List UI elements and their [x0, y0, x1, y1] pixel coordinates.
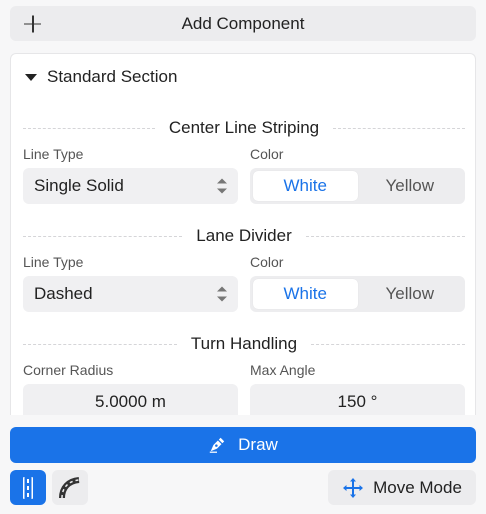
add-component-label: Add Component — [181, 13, 305, 33]
center-line-type-select[interactable]: Single Solid — [23, 168, 238, 204]
move-mode-label: Move Mode — [373, 477, 462, 497]
curved-road-icon — [59, 476, 80, 498]
center-line-type-label: Line Type — [23, 146, 84, 162]
straight-road-icon — [23, 476, 33, 499]
max-angle-label: Max Angle — [250, 362, 316, 378]
divider-line — [311, 343, 465, 345]
center-line-type-value: Single Solid — [34, 176, 124, 195]
center-line-color-label: Color — [250, 146, 284, 162]
divider-line — [23, 343, 177, 345]
lane-divider-heading: Lane Divider — [23, 224, 466, 248]
standard-section-panel: Standard Section Center Line Striping Li… — [10, 53, 476, 415]
lane-divider-color-yellow[interactable]: Yellow — [358, 279, 463, 309]
section-title: Standard Section — [47, 67, 178, 86]
lane-divider-type-value: Dashed — [34, 284, 93, 303]
lane-divider-heading-text: Lane Divider — [196, 226, 292, 245]
lane-divider-color-label: Color — [250, 254, 284, 270]
turn-handling-heading-text: Turn Handling — [190, 334, 298, 353]
divider-line — [23, 235, 183, 237]
center-line-heading-text: Center Line Striping — [168, 118, 320, 137]
corner-radius-input[interactable]: 5.0000 m — [23, 384, 238, 415]
add-component-button[interactable]: Add Component — [10, 6, 476, 41]
select-arrows-icon — [217, 178, 227, 194]
center-line-heading: Center Line Striping — [23, 116, 466, 140]
caret-down-icon — [25, 73, 37, 81]
turn-handling-heading: Turn Handling — [23, 332, 465, 356]
curved-road-tool[interactable] — [52, 470, 88, 505]
divider-line — [305, 235, 466, 237]
select-arrows-icon — [217, 286, 227, 302]
center-line-color-yellow[interactable]: Yellow — [358, 171, 463, 201]
center-line-color-white[interactable]: White — [253, 171, 358, 201]
lane-divider-color-toggle: White Yellow — [250, 276, 465, 312]
divider-line — [333, 127, 466, 129]
lane-divider-color-white[interactable]: White — [253, 279, 358, 309]
straight-road-tool[interactable] — [10, 470, 46, 505]
section-toggle[interactable]: Standard Section — [25, 67, 177, 87]
draw-button[interactable]: Draw — [10, 427, 476, 463]
center-line-color-toggle: White Yellow — [250, 168, 465, 204]
move-arrows-icon — [343, 477, 364, 498]
move-mode-button[interactable]: Move Mode — [328, 470, 476, 505]
lane-divider-type-select[interactable]: Dashed — [23, 276, 238, 312]
corner-radius-label: Corner Radius — [23, 362, 114, 378]
divider-line — [23, 127, 155, 129]
pen-icon — [209, 437, 225, 453]
lane-divider-type-label: Line Type — [23, 254, 84, 270]
plus-icon — [24, 15, 41, 32]
draw-label: Draw — [238, 435, 278, 454]
max-angle-input[interactable]: 150 ° — [250, 384, 465, 415]
